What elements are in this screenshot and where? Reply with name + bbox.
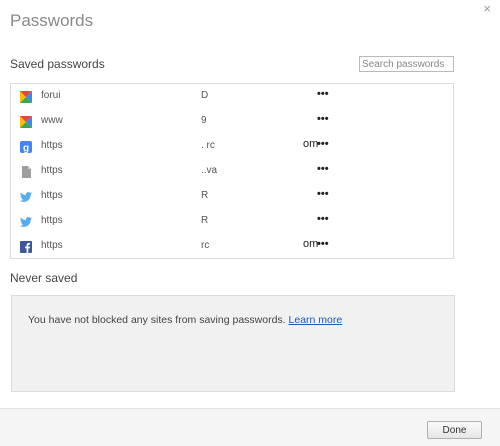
password-row[interactable]: https rc om ••• xyxy=(11,234,453,258)
passwords-dialog: Passwords × Saved passwords forui D ••• xyxy=(0,0,500,446)
never-saved-message: You have not blocked any sites from savi… xyxy=(28,314,286,326)
never-saved-panel: You have not blocked any sites from savi… xyxy=(11,295,455,392)
row-username: R xyxy=(201,215,209,226)
password-row[interactable]: forui D ••• xyxy=(11,84,453,109)
saved-passwords-list[interactable]: forui D ••• www 9 ••• g https . rc om ••… xyxy=(10,83,454,259)
password-row[interactable]: https R ••• xyxy=(11,184,453,209)
row-username: 9 xyxy=(201,115,207,126)
row-password[interactable]: ••• xyxy=(317,163,329,175)
close-icon[interactable]: × xyxy=(483,1,491,16)
google-colored-favicon-icon xyxy=(20,91,32,103)
password-row[interactable]: www 9 ••• xyxy=(11,109,453,134)
row-username: ..va xyxy=(201,165,218,176)
row-password[interactable]: ••• xyxy=(317,138,329,150)
saved-passwords-heading: Saved passwords xyxy=(10,57,105,71)
dialog-footer xyxy=(0,408,500,446)
row-site: https xyxy=(41,215,63,226)
twitter-bird-icon xyxy=(20,217,32,227)
row-username-tail: om xyxy=(303,138,319,150)
row-username: D xyxy=(201,90,209,101)
row-password[interactable]: ••• xyxy=(317,88,329,100)
row-username: rc xyxy=(201,240,210,251)
never-saved-heading: Never saved xyxy=(10,271,78,285)
row-site: https xyxy=(41,190,63,201)
search-passwords-input[interactable] xyxy=(359,56,454,72)
row-username: . rc xyxy=(201,140,215,151)
row-site: https xyxy=(41,140,63,151)
row-password[interactable]: ••• xyxy=(317,238,329,250)
row-username-tail: om xyxy=(303,238,319,250)
password-row[interactable]: g https . rc om ••• xyxy=(11,134,453,159)
row-site: https xyxy=(41,165,63,176)
row-password[interactable]: ••• xyxy=(317,213,329,225)
row-site: forui xyxy=(41,90,61,101)
document-icon xyxy=(22,166,31,178)
never-saved-message-line: You have not blocked any sites from savi… xyxy=(28,314,342,326)
row-site: www xyxy=(41,115,63,126)
facebook-icon xyxy=(20,241,32,253)
row-password[interactable]: ••• xyxy=(317,188,329,200)
password-row[interactable]: https ..va ••• xyxy=(11,159,453,184)
dialog-title: Passwords xyxy=(10,11,94,30)
password-row[interactable]: https R ••• xyxy=(11,209,453,234)
twitter-bird-icon xyxy=(20,192,32,202)
row-username: R xyxy=(201,190,209,201)
learn-more-link[interactable]: Learn more xyxy=(289,314,343,326)
google-g-icon: g xyxy=(20,141,32,153)
svg-text:g: g xyxy=(23,143,29,153)
row-password[interactable]: ••• xyxy=(317,113,329,125)
done-button[interactable]: Done xyxy=(427,421,482,439)
row-site: https xyxy=(41,240,63,251)
google-colored-favicon-icon xyxy=(20,116,32,128)
